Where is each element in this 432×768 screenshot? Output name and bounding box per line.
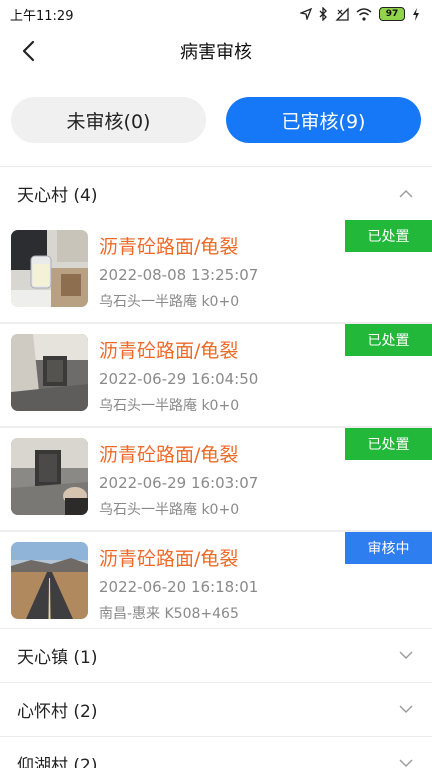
chevron-down-icon <box>398 648 414 664</box>
back-button[interactable] <box>10 33 46 69</box>
record-time: 2022-06-20 16:18:01 <box>99 578 259 596</box>
group-name: 天心镇 (1) <box>17 648 98 668</box>
chevron-down-icon <box>398 756 414 768</box>
group-name: 天心村 (4) <box>17 186 98 206</box>
location-icon <box>300 8 312 20</box>
record-time: 2022-06-29 16:04:50 <box>99 370 259 388</box>
chevron-left-icon <box>22 40 35 62</box>
record-location: 乌石头一半路庵 k0+0 <box>99 294 240 310</box>
bluetooth-icon <box>319 7 327 21</box>
page-title: 病害审核 <box>180 42 252 63</box>
record-title: 沥青砼路面/龟裂 <box>99 236 239 258</box>
disease-record-card[interactable]: 沥青砼路面/龟裂 2022-06-29 16:03:07 乌石头一半路庵 k0+… <box>0 428 432 530</box>
chevron-up-icon <box>398 186 414 202</box>
status-icons: 97 <box>300 7 420 21</box>
record-time: 2022-08-08 13:25:07 <box>99 266 259 284</box>
status-badge: 已处置 <box>345 220 432 252</box>
group-header-xinhuai-village[interactable]: 心怀村 (2) <box>0 682 432 736</box>
group-header-tianxin-village[interactable]: 天心村 (4) <box>0 166 432 220</box>
disease-record-card[interactable]: 沥青砼路面/龟裂 2022-08-08 13:25:07 乌石头一半路庵 k0+… <box>0 220 432 322</box>
status-bar: 上午11:29 97 <box>0 0 432 28</box>
record-title: 沥青砼路面/龟裂 <box>99 444 239 466</box>
group-name: 仰湖村 (2) <box>17 756 98 768</box>
charging-bolt-icon <box>413 7 419 21</box>
disease-record-card[interactable]: 沥青砼路面/龟裂 2022-06-20 16:18:01 南昌-惠来 K508+… <box>0 532 432 634</box>
group-header-yanghu-village[interactable]: 仰湖村 (2) <box>0 736 432 768</box>
tab-reviewed[interactable]: 已审核(9) <box>226 97 421 143</box>
record-location: 南昌-惠来 K508+465 <box>99 606 239 622</box>
record-photo <box>11 230 88 307</box>
record-photo <box>11 438 88 515</box>
record-location: 乌石头一半路庵 k0+0 <box>99 502 240 518</box>
record-photo <box>11 542 88 619</box>
status-badge: 审核中 <box>345 532 432 564</box>
record-photo <box>11 334 88 411</box>
wifi-icon <box>356 7 372 21</box>
record-time: 2022-06-29 16:03:07 <box>99 474 259 492</box>
status-time: 上午11:29 <box>10 8 74 24</box>
group-header-tianxin-town[interactable]: 天心镇 (1) <box>0 628 432 682</box>
battery-icon: 97 <box>379 7 405 21</box>
record-title: 沥青砼路面/龟裂 <box>99 340 239 362</box>
signal-x-icon <box>335 7 349 21</box>
status-badge: 已处置 <box>345 428 432 460</box>
tab-pending[interactable]: 未审核(0) <box>11 97 206 143</box>
status-badge: 已处置 <box>345 324 432 356</box>
review-tabs: 未审核(0) 已审核(9) <box>0 74 432 166</box>
disease-record-card[interactable]: 沥青砼路面/龟裂 2022-06-29 16:04:50 乌石头一半路庵 k0+… <box>0 324 432 426</box>
record-location: 乌石头一半路庵 k0+0 <box>99 398 240 414</box>
chevron-down-icon <box>398 702 414 718</box>
nav-bar: 病害审核 <box>0 28 432 74</box>
record-title: 沥青砼路面/龟裂 <box>99 548 239 570</box>
group-name: 心怀村 (2) <box>17 702 98 722</box>
